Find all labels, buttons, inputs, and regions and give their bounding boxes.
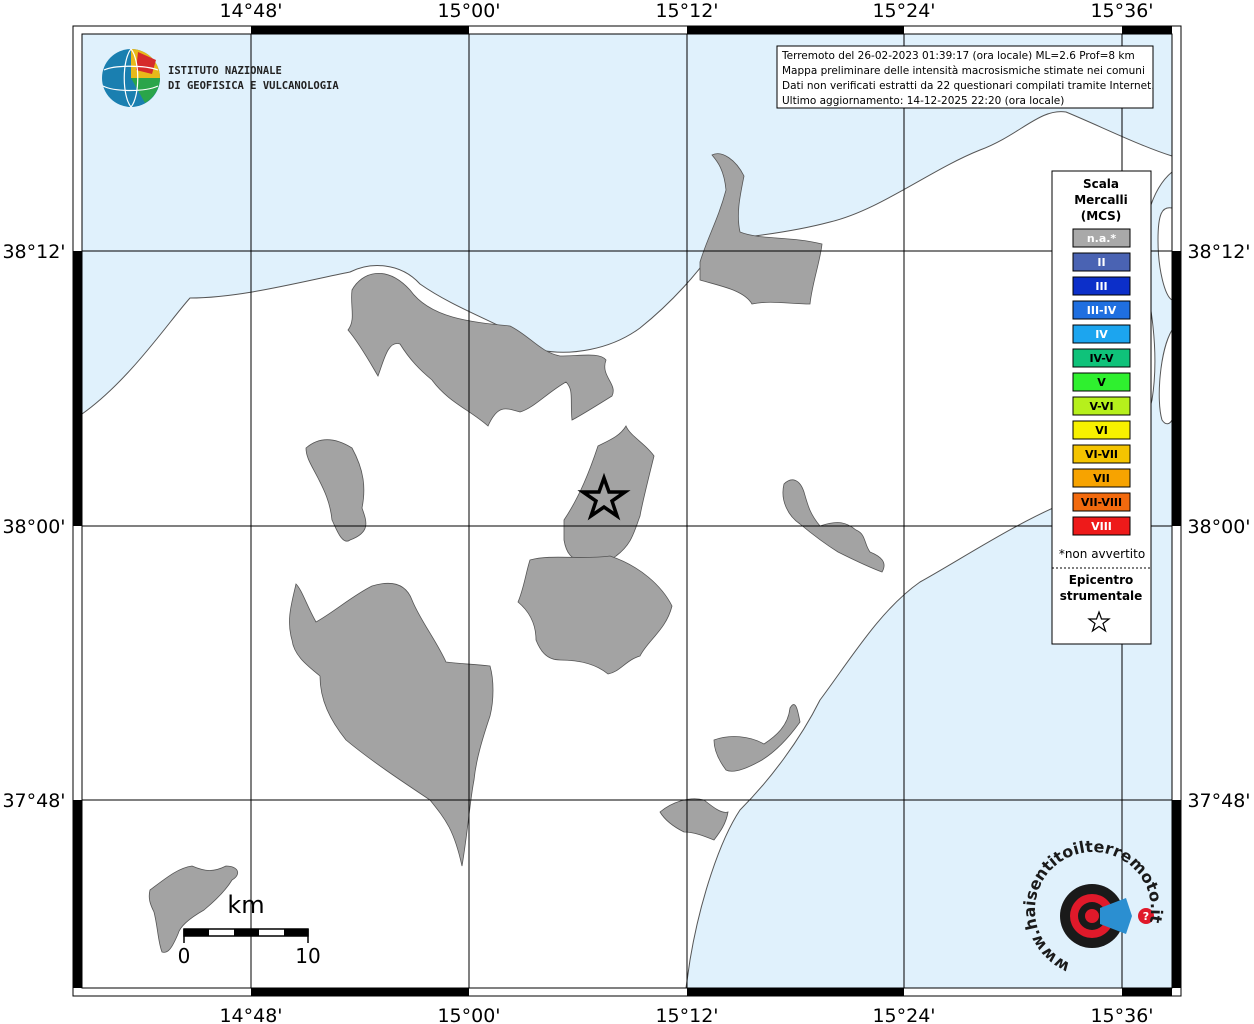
legend-label-5: IV-V xyxy=(1089,352,1114,365)
info-line-3: Dati non verificati estratti da 22 quest… xyxy=(782,80,1155,92)
lon-label-top-4: 15°36' xyxy=(1090,0,1153,22)
scale-unit: km xyxy=(227,891,264,919)
lon-label-top-1: 15°00' xyxy=(437,0,500,22)
info-line-2: Mappa preliminare delle intensità macros… xyxy=(782,65,1145,77)
legend-label-6: V xyxy=(1097,376,1106,389)
legend-label-0: n.a.* xyxy=(1087,232,1117,245)
ingv-logo-line2: DI GEOFISICA E VULCANOLOGIA xyxy=(168,80,339,92)
legend-label-2: III xyxy=(1095,280,1107,293)
info-line-1: Terremoto del 26-02-2023 01:39:17 (ora l… xyxy=(781,50,1135,62)
lat-label-right-0: 38°12' xyxy=(1187,241,1250,263)
lon-label-bottom-2: 15°12' xyxy=(655,1005,718,1024)
legend-label-3: III-IV xyxy=(1087,304,1117,317)
legend-label-11: VII-VIII xyxy=(1081,496,1122,509)
legend-label-10: VII xyxy=(1093,472,1110,485)
lon-label-top-2: 15°12' xyxy=(655,0,718,22)
scale-min-label: 0 xyxy=(178,944,191,968)
lat-label-left-0: 38°12' xyxy=(2,241,65,263)
map: 14°48' 15°00' 15°12' 15°24' 15°36' 14°48… xyxy=(2,0,1250,1024)
legend-epicenter-2: strumentale xyxy=(1060,589,1143,603)
lon-label-bottom-0: 14°48' xyxy=(219,1005,282,1024)
lon-label-top-3: 15°24' xyxy=(872,0,935,22)
legend-title-2: Mercalli xyxy=(1074,193,1128,207)
lon-label-bottom-1: 15°00' xyxy=(437,1005,500,1024)
info-box: Terremoto del 26-02-2023 01:39:17 (ora l… xyxy=(776,45,1155,109)
lat-label-right-1: 38°00' xyxy=(1187,516,1250,538)
info-line-4: Ultimo aggiornamento: 14-12-2025 22:20 (… xyxy=(782,95,1064,107)
lat-label-left-1: 38°00' xyxy=(2,516,65,538)
lon-label-bottom-3: 15°24' xyxy=(872,1005,935,1024)
legend-label-9: VI-VII xyxy=(1085,448,1118,461)
legend-label-7: V-VI xyxy=(1089,400,1113,413)
lat-label-right-2: 37°48' xyxy=(1187,790,1250,812)
lat-label-left-2: 37°48' xyxy=(2,790,65,812)
ingv-logo-line1: ISTITUTO NAZIONALE xyxy=(168,65,282,77)
scale-max-label: 10 xyxy=(295,944,320,968)
legend-note: *non avvertito xyxy=(1059,547,1145,561)
lon-label-bottom-4: 15°36' xyxy=(1090,1005,1153,1024)
legend-title-1: Scala xyxy=(1083,177,1119,191)
legend: Scala Mercalli (MCS) n.a.*IIIIIIII-IVIVI… xyxy=(1051,170,1152,645)
legend-label-1: II xyxy=(1097,256,1105,269)
legend-label-8: VI xyxy=(1095,424,1108,437)
legend-label-4: IV xyxy=(1095,328,1108,341)
legend-title-3: (MCS) xyxy=(1081,209,1122,223)
legend-epicenter-1: Epicentro xyxy=(1069,573,1134,587)
legend-label-12: VIII xyxy=(1091,520,1112,533)
lon-label-top-0: 14°48' xyxy=(219,0,282,22)
